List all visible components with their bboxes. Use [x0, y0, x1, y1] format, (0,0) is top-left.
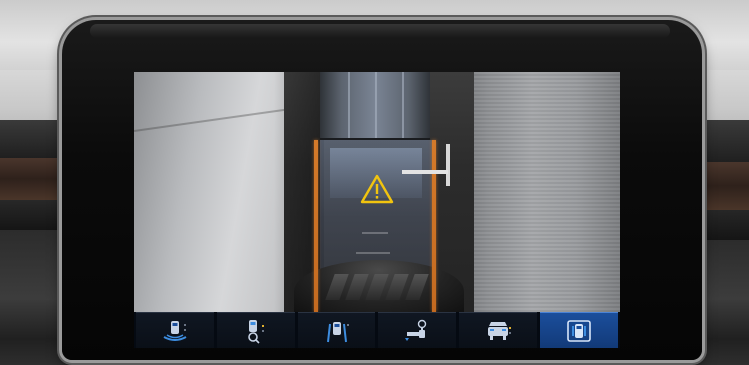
hitch-view-icon — [405, 319, 427, 341]
rear-camera-view-icon — [488, 321, 512, 340]
dashboard-photo — [0, 0, 749, 365]
front-parking-guidance-button[interactable] — [297, 312, 376, 348]
camera-view-toolbar — [134, 312, 620, 348]
underbody-transparent-view-icon — [567, 319, 591, 342]
warning-triangle-icon — [360, 174, 394, 204]
front-parking-guidance-icon — [326, 321, 349, 342]
left-dash-panel — [0, 230, 70, 310]
left-wood-trim — [0, 158, 70, 200]
underbody-transparent-view-button[interactable] — [540, 312, 618, 348]
left-guide-line — [314, 140, 318, 312]
front-side-camera-zoom-button[interactable] — [216, 312, 295, 348]
right-guide-line — [432, 140, 436, 312]
front-bird-eye-view-icon — [163, 320, 187, 341]
hitch-view-button[interactable] — [378, 312, 457, 348]
parking-post-arm — [402, 170, 448, 174]
roof-center-line — [375, 72, 377, 138]
front-side-camera-zoom-icon — [247, 319, 264, 344]
vehicle-roof-overlay — [320, 72, 430, 140]
roof-rail-left — [348, 72, 350, 138]
bezel-gloss — [90, 24, 670, 38]
roof-rail-right — [402, 72, 404, 138]
rear-camera-view-button[interactable] — [459, 312, 538, 348]
front-bird-eye-view-button[interactable] — [136, 312, 214, 348]
center-marker — [362, 232, 388, 234]
parking-post — [446, 144, 450, 186]
camera-feed — [134, 72, 620, 312]
center-marker — [356, 252, 390, 254]
